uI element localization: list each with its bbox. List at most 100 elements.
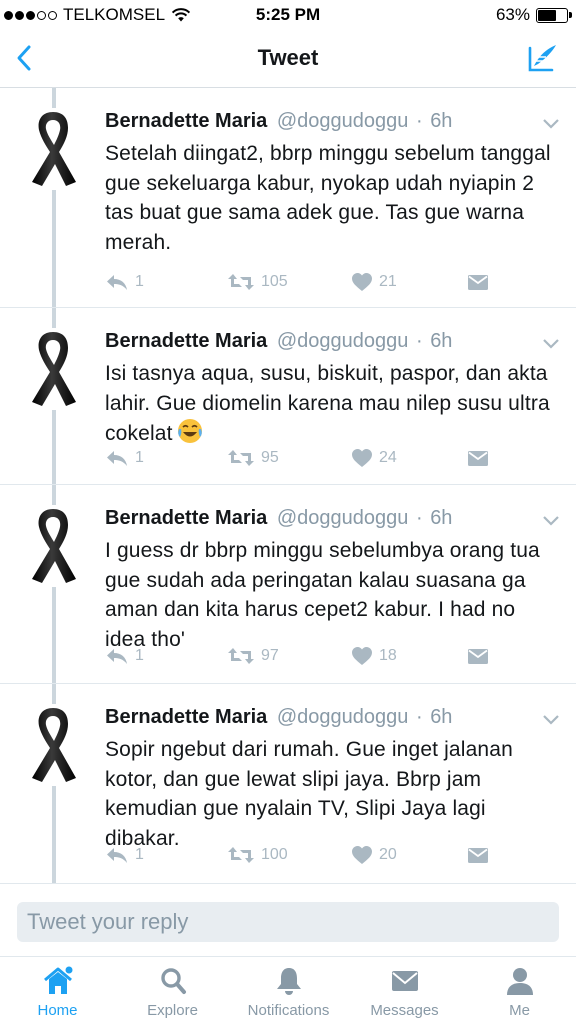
retweet-icon bbox=[228, 274, 254, 290]
reply-count: 1 bbox=[135, 647, 144, 664]
user-name[interactable]: Bernadette Maria bbox=[105, 110, 267, 132]
user-name[interactable]: Bernadette Maria bbox=[105, 706, 267, 728]
direct-message-button[interactable] bbox=[467, 646, 489, 666]
like-button[interactable]: 18 bbox=[351, 646, 397, 666]
tab-label: Explore bbox=[147, 1002, 198, 1019]
like-button[interactable]: 20 bbox=[351, 845, 397, 865]
tweet-time: 6h bbox=[430, 110, 453, 132]
reply-icon bbox=[107, 848, 127, 863]
like-button[interactable]: 24 bbox=[351, 448, 397, 468]
reply-button[interactable]: 1 bbox=[105, 646, 144, 666]
tweet-time: 6h bbox=[430, 706, 453, 728]
retweet-button[interactable]: 97 bbox=[227, 646, 279, 666]
home-icon bbox=[43, 966, 72, 994]
retweet-count: 105 bbox=[261, 273, 288, 290]
retweet-count: 97 bbox=[261, 647, 279, 664]
retweet-icon bbox=[228, 450, 254, 466]
tweet[interactable]: Bernadette Maria @doggudoggu · 6h I gues… bbox=[0, 485, 576, 684]
bell-icon bbox=[276, 968, 301, 995]
user-handle: @doggudoggu bbox=[276, 507, 409, 529]
separator: · bbox=[415, 706, 423, 728]
heart-icon bbox=[352, 846, 372, 864]
envelope-icon bbox=[391, 971, 418, 991]
user-name[interactable]: Bernadette Maria bbox=[105, 507, 267, 529]
tweet-header: Bernadette Maria @doggudoggu · 6h bbox=[105, 110, 452, 133]
tweet-text-content: Setelah diingat2, bbrp minggu sebelum ta… bbox=[105, 142, 551, 254]
tab-home[interactable]: Home bbox=[0, 957, 115, 1024]
heart-icon bbox=[352, 647, 372, 665]
retweet-count: 95 bbox=[261, 449, 279, 466]
reply-button[interactable]: 1 bbox=[105, 448, 144, 468]
direct-message-button[interactable] bbox=[467, 448, 489, 468]
avatar[interactable] bbox=[26, 704, 80, 786]
tab-me[interactable]: Me bbox=[462, 957, 576, 1024]
tweet-text-content: I guess dr bbrp minggu sebelumbya orang … bbox=[105, 539, 540, 651]
status-right: 63% bbox=[495, 5, 572, 25]
separator: · bbox=[415, 330, 423, 352]
retweet-button[interactable]: 95 bbox=[227, 448, 279, 468]
direct-message-button[interactable] bbox=[467, 272, 489, 292]
tab-label: Messages bbox=[370, 1002, 439, 1019]
avatar[interactable] bbox=[26, 505, 80, 587]
tweet-actions: 1 97 18 bbox=[105, 646, 505, 670]
avatar[interactable] bbox=[26, 108, 80, 190]
tweet-time: 6h bbox=[430, 330, 453, 352]
tab-explore[interactable]: Explore bbox=[115, 957, 230, 1024]
retweet-button[interactable]: 105 bbox=[227, 272, 288, 292]
tweet-text: Isi tasnya aqua, susu, biskuit, paspor, … bbox=[105, 359, 560, 449]
nav-bar: Tweet bbox=[0, 30, 576, 88]
envelope-icon bbox=[468, 451, 488, 466]
reply-button[interactable]: 1 bbox=[105, 845, 144, 865]
chevron-down-icon[interactable] bbox=[542, 714, 560, 726]
status-time: 5:25 PM bbox=[255, 5, 321, 24]
like-count: 20 bbox=[379, 846, 397, 863]
reply-bar bbox=[17, 902, 559, 942]
like-button[interactable]: 21 bbox=[351, 272, 397, 292]
user-handle: @doggudoggu bbox=[276, 330, 409, 352]
tweet-actions: 1 100 20 bbox=[105, 845, 505, 869]
tweet[interactable]: Bernadette Maria @doggudoggu · 6h Setela… bbox=[0, 88, 576, 308]
tweet-header: Bernadette Maria @doggudoggu · 6h bbox=[105, 330, 452, 353]
separator: · bbox=[415, 507, 423, 529]
tweet-time: 6h bbox=[430, 507, 453, 529]
reply-icon bbox=[107, 451, 127, 466]
envelope-icon bbox=[468, 848, 488, 863]
tweet-text: I guess dr bbrp minggu sebelumbya orang … bbox=[105, 536, 560, 654]
battery-percent: 63% bbox=[495, 5, 530, 24]
reply-icon bbox=[107, 649, 127, 664]
user-handle: @doggudoggu bbox=[276, 110, 409, 132]
tab-notifications[interactable]: Notifications bbox=[230, 957, 347, 1024]
reply-button[interactable]: 1 bbox=[105, 272, 144, 292]
compose-tweet-icon[interactable] bbox=[524, 40, 560, 76]
tab-label: Notifications bbox=[247, 1002, 330, 1019]
laughing-emoji-icon bbox=[177, 419, 202, 443]
tab-label: Home bbox=[37, 1002, 78, 1019]
tweet-actions: 1 105 21 bbox=[105, 272, 505, 296]
chevron-down-icon[interactable] bbox=[542, 515, 560, 527]
envelope-icon bbox=[468, 275, 488, 290]
avatar[interactable] bbox=[26, 328, 80, 410]
user-handle: @doggudoggu bbox=[276, 706, 409, 728]
tab-bar: Home Explore Notifications Messages Me bbox=[0, 956, 576, 1024]
chevron-down-icon[interactable] bbox=[542, 118, 560, 130]
tweet-actions: 1 95 24 bbox=[105, 448, 505, 472]
chevron-down-icon[interactable] bbox=[542, 338, 560, 350]
reply-icon bbox=[107, 275, 127, 290]
search-icon bbox=[160, 968, 186, 994]
reply-count: 1 bbox=[135, 846, 144, 863]
user-name[interactable]: Bernadette Maria bbox=[105, 330, 267, 352]
reply-input[interactable] bbox=[17, 902, 559, 942]
heart-icon bbox=[352, 273, 372, 291]
tweet[interactable]: Bernadette Maria @doggudoggu · 6h Isi ta… bbox=[0, 308, 576, 485]
tweet-text-content: Isi tasnya aqua, susu, biskuit, paspor, … bbox=[105, 362, 550, 445]
like-count: 21 bbox=[379, 273, 397, 290]
page-title: Tweet bbox=[257, 45, 319, 70]
tab-messages[interactable]: Messages bbox=[347, 957, 462, 1024]
like-count: 18 bbox=[379, 647, 397, 664]
retweet-button[interactable]: 100 bbox=[227, 845, 288, 865]
direct-message-button[interactable] bbox=[467, 845, 489, 865]
tab-label: Me bbox=[509, 1002, 530, 1019]
tweet[interactable]: Bernadette Maria @doggudoggu · 6h Sopir … bbox=[0, 684, 576, 884]
separator: · bbox=[415, 110, 423, 132]
heart-icon bbox=[352, 449, 372, 467]
